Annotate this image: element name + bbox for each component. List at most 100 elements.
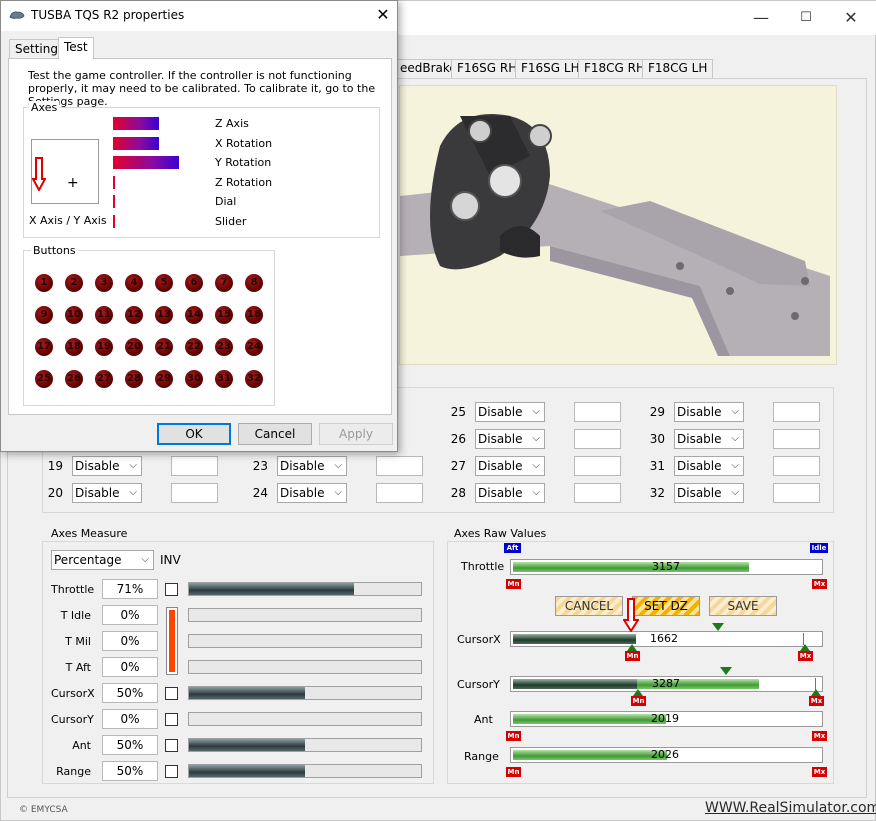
ant-min-marker[interactable]: Mn [506, 731, 521, 741]
xy-axis-box: + [31, 139, 99, 204]
ant-max-marker[interactable]: Mx [812, 731, 827, 741]
website-link[interactable]: WWW.RealSimulator.com [705, 800, 876, 816]
controller-button-indicator: 14 [185, 306, 203, 324]
measure-row-value[interactable]: 50% [102, 761, 158, 781]
measure-row-value[interactable]: 0% [102, 631, 158, 651]
cursory-max-arrow [811, 689, 821, 696]
button-number-label: 26 [450, 432, 466, 446]
controller-button-indicator: 11 [95, 306, 113, 324]
button-assign-value: Disable [280, 486, 325, 500]
axis-level-bar [113, 156, 179, 169]
button-assign-text[interactable] [171, 483, 218, 503]
button-assign-text[interactable] [773, 402, 820, 422]
button-assign-text[interactable] [574, 456, 621, 476]
controller-button-indicator: 3 [95, 274, 113, 292]
measure-bar [188, 686, 422, 700]
controller-button-indicator: 15 [215, 306, 233, 324]
chevron-down-icon: ⌵ [731, 460, 739, 471]
cursory-min-marker[interactable]: Mn [631, 696, 646, 706]
controller-button-indicator: 22 [185, 338, 203, 356]
raw-cursorx-bar: 1662 [510, 631, 823, 647]
button-assign-text[interactable] [773, 429, 820, 449]
chevron-down-icon: ⌵ [129, 487, 137, 498]
measure-row-value[interactable]: 0% [102, 709, 158, 729]
measure-row-value[interactable]: 0% [102, 605, 158, 625]
button-assign-text[interactable] [574, 402, 621, 422]
raw-throttle-bar: 3157 [510, 559, 823, 575]
button-assign-text[interactable] [574, 483, 621, 503]
button-assign-text[interactable] [376, 456, 423, 476]
cursorx-max-arrow [800, 644, 810, 651]
measure-bar-fill [189, 583, 354, 595]
button-assign-select[interactable]: Disable ⌵ [475, 456, 545, 476]
invert-checkbox[interactable] [165, 713, 178, 726]
cursory-max-marker[interactable]: Mx [809, 696, 824, 706]
tab-test[interactable]: Test [58, 37, 94, 59]
button-assign-select[interactable]: Disable ⌵ [277, 456, 347, 476]
range-min-marker[interactable]: Mn [506, 767, 521, 777]
measure-mode-select[interactable]: Percentage ⌵ [51, 550, 154, 570]
invert-checkbox[interactable] [165, 739, 178, 752]
button-number-label: 20 [47, 486, 63, 500]
controller-button-indicator: 1 [35, 274, 53, 292]
tab-f18cg-rh[interactable]: F18CG RH [578, 59, 652, 78]
measure-bar [188, 634, 422, 648]
cursorx-max-marker[interactable]: Mx [798, 651, 813, 661]
raw-cursorx-deadzone [513, 634, 636, 644]
apply-button[interactable]: Apply [319, 423, 393, 445]
button-assign-select[interactable]: Disable ⌵ [475, 483, 545, 503]
button-assign-select[interactable]: Disable ⌵ [475, 402, 545, 422]
measure-row-value[interactable]: 0% [102, 657, 158, 677]
invert-checkbox[interactable] [165, 687, 178, 700]
button-assign-select[interactable]: Disable ⌵ [674, 483, 744, 503]
throttle-min-marker[interactable]: Mn [506, 579, 521, 589]
controller-button-indicator: 13 [155, 306, 173, 324]
button-assign-text[interactable] [773, 483, 820, 503]
aft-marker[interactable]: Aft [504, 543, 521, 553]
axis-name-label: Z Rotation [215, 176, 273, 189]
tab-f16sg-rh[interactable]: F16SG RH [451, 59, 524, 78]
button-assign-select[interactable]: Disable ⌵ [674, 456, 744, 476]
cursorx-min-marker[interactable]: Mn [625, 651, 640, 661]
button-assign-value: Disable [677, 459, 722, 473]
raw-throttle-label: Throttle [461, 560, 505, 573]
button-assign-select[interactable]: Disable ⌵ [475, 429, 545, 449]
button-number-label: 23 [252, 459, 268, 473]
close-button[interactable]: ✕ [831, 3, 871, 33]
dialog-close-button[interactable]: ✕ [369, 4, 397, 28]
button-assign-text[interactable] [773, 456, 820, 476]
raw-ant-fill [513, 714, 666, 724]
invert-checkbox[interactable] [165, 765, 178, 778]
button-assign-select[interactable]: Disable ⌵ [674, 402, 744, 422]
button-number-label: 32 [649, 486, 665, 500]
button-assign-select[interactable]: Disable ⌵ [72, 456, 142, 476]
maximize-button[interactable]: ☐ [786, 3, 826, 33]
button-assign-select[interactable]: Disable ⌵ [277, 483, 347, 503]
throttle-max-marker[interactable]: Mx [812, 579, 827, 589]
button-assign-value: Disable [478, 486, 523, 500]
measure-row-value[interactable]: 50% [102, 683, 158, 703]
minimize-button[interactable]: — [741, 3, 781, 33]
button-assign-select[interactable]: Disable ⌵ [72, 483, 142, 503]
cancel-dz-button[interactable]: CANCEL [555, 596, 623, 616]
measure-bar [188, 608, 422, 622]
button-assign-text[interactable] [574, 429, 621, 449]
controller-button-indicator: 23 [215, 338, 233, 356]
cursory-min-arrow [633, 689, 643, 696]
set-dz-button[interactable]: SET DZ [632, 596, 700, 616]
ok-button[interactable]: OK [157, 423, 231, 445]
button-assign-select[interactable]: Disable ⌵ [674, 429, 744, 449]
tab-f18cg-lh[interactable]: F18CG LH [642, 59, 714, 78]
button-assign-text[interactable] [376, 483, 423, 503]
tab-f16sg-lh[interactable]: F16SG LH [515, 59, 586, 78]
cancel-button[interactable]: Cancel [238, 423, 312, 445]
invert-checkbox[interactable] [165, 583, 178, 596]
controller-button-indicator: 4 [125, 274, 143, 292]
save-dz-button[interactable]: SAVE [709, 596, 777, 616]
range-max-marker[interactable]: Mx [812, 767, 827, 777]
raw-cursorx-value: 1662 [650, 632, 678, 645]
measure-row-value[interactable]: 71% [102, 579, 158, 599]
idle-marker[interactable]: Idle [810, 543, 828, 553]
measure-row-value[interactable]: 50% [102, 735, 158, 755]
button-assign-text[interactable] [171, 456, 218, 476]
